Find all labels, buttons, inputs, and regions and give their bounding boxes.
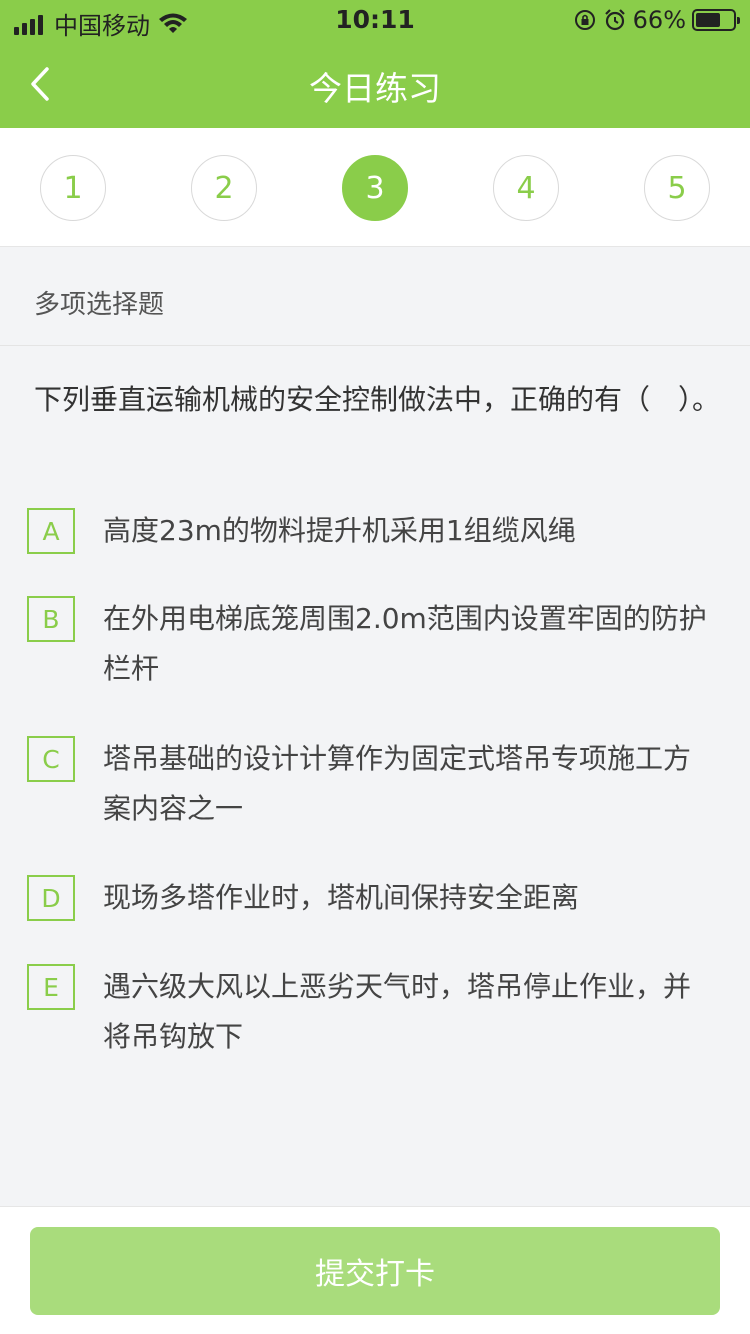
step-4[interactable]: 4: [493, 155, 559, 221]
option-text: 塔吊基础的设计计算作为固定式塔吊专项施工方案内容之一: [103, 742, 692, 825]
page-title: 今日练习: [309, 69, 441, 108]
step-1[interactable]: 1: [40, 155, 106, 221]
question-text: 下列垂直运输机械的安全控制做法中，正确的有（ ）。: [34, 383, 721, 416]
option-letter: B: [27, 596, 75, 642]
option-text: 现场多塔作业时，塔机间保持安全距离: [103, 881, 580, 914]
option-letter: A: [27, 508, 75, 554]
question-type-bar: 多项选择题: [0, 248, 750, 346]
option-letter: E: [27, 964, 75, 1010]
option-letter: D: [27, 875, 75, 921]
app-header: 中国移动 10:11 66% 今日练习: [0, 0, 750, 128]
status-bar: 中国移动 10:11 66%: [0, 0, 750, 40]
nav-bar: 今日练习: [0, 44, 750, 124]
option-text: 遇六级大风以上恶劣天气时，塔吊停止作业，并将吊钩放下: [103, 970, 692, 1053]
question-step-indicator: 1 2 3 4 5: [0, 128, 750, 247]
alarm-icon: [604, 9, 625, 31]
option-letter: C: [27, 736, 75, 782]
battery-percent: 66%: [632, 6, 686, 34]
step-3[interactable]: 3: [342, 155, 408, 221]
option-text: 在外用电梯底笼周围2.0m范围内设置牢固的防护栏杆: [103, 602, 707, 685]
step-5[interactable]: 5: [644, 155, 710, 221]
question-type: 多项选择题: [34, 290, 165, 320]
submit-checkin-button[interactable]: 提交打卡: [30, 1227, 720, 1315]
battery-icon: [692, 9, 740, 31]
bottom-bar: 提交打卡: [0, 1206, 750, 1334]
step-2[interactable]: 2: [191, 155, 257, 221]
rotation-lock-icon: [574, 10, 595, 30]
status-right: 66%: [573, 6, 740, 34]
battery-fill: [696, 13, 720, 27]
option-text: 高度23m的物料提升机采用1组缆风绳: [103, 514, 576, 547]
